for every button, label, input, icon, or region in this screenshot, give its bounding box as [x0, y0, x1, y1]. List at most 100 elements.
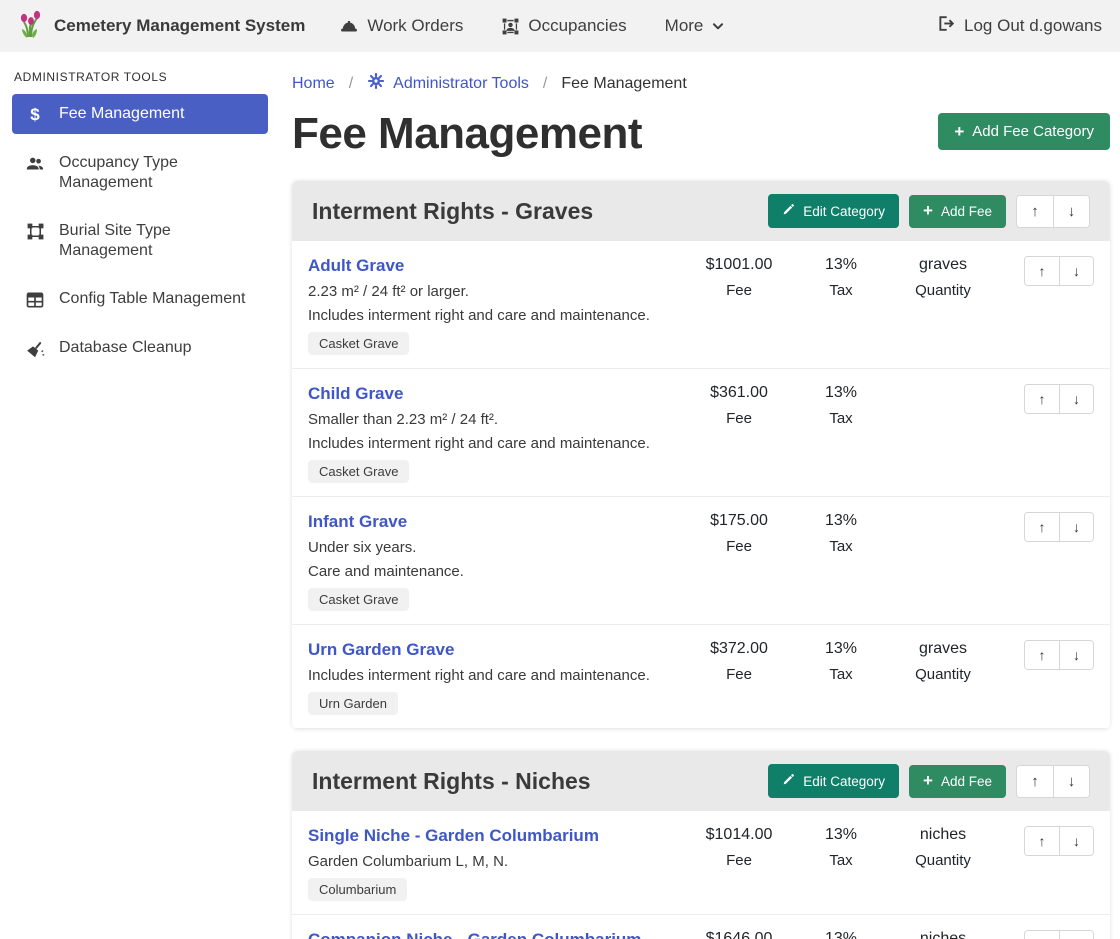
move-fee-down-button[interactable]: ↓	[1059, 931, 1093, 939]
fee-list: Single Niche - Garden Columbarium Garden…	[292, 811, 1110, 939]
add-fee-button[interactable]: + Add Fee	[909, 195, 1006, 228]
fee-tax-column: 13% Tax	[798, 930, 884, 939]
logout-icon	[936, 14, 955, 38]
sidebar-item-burial-site-type-management[interactable]: Burial Site Type Management	[12, 212, 268, 270]
gear-icon	[367, 72, 385, 95]
breadcrumb-home-link[interactable]: Home	[292, 75, 335, 93]
fee-tax-column: 13% Tax	[798, 512, 884, 555]
fee-amount-value: $1646.00	[680, 930, 798, 939]
fee-tags: Casket Grave	[308, 332, 680, 355]
navbar-items: Work Orders Occupancies More	[339, 16, 725, 36]
fee-amount-column: $1646.00 Fee	[680, 930, 798, 939]
add-fee-category-button[interactable]: + Add Fee Category	[938, 113, 1110, 150]
fee-tax-value: 13%	[798, 256, 884, 274]
move-category-down-button[interactable]: ↓	[1053, 766, 1089, 797]
move-category-up-button[interactable]: ↑	[1017, 196, 1053, 227]
pencil-icon	[782, 773, 795, 789]
fee-quantity-value: niches	[884, 826, 1002, 844]
sidebar-item-fee-management[interactable]: $ Fee Management	[12, 94, 268, 134]
move-fee-up-button[interactable]: ↑	[1025, 641, 1059, 669]
app-brand[interactable]: Cemetery Management System	[18, 9, 305, 44]
move-fee-up-button[interactable]: ↑	[1025, 513, 1059, 541]
hard-hat-icon	[339, 16, 359, 36]
fee-amount-column: $175.00 Fee	[680, 512, 798, 555]
fee-tax-value: 13%	[798, 826, 884, 844]
nav-item-occupancies[interactable]: Occupancies	[501, 16, 626, 36]
move-fee-down-button[interactable]: ↓	[1059, 257, 1093, 285]
fee-tax-column: 13% Tax	[798, 826, 884, 869]
fee-reorder-group: ↑ ↓	[1024, 640, 1094, 670]
fee-name-link[interactable]: Urn Garden Grave	[308, 640, 454, 660]
fee-amount-column: $1001.00 Fee	[680, 256, 798, 299]
fee-descriptions: 2.23 m² / 24 ft² or larger.Includes inte…	[308, 283, 680, 324]
fee-amount-value: $361.00	[680, 384, 798, 402]
fee-category-card: Interment Rights - Niches Edit Category …	[292, 751, 1110, 939]
fee-tax-value: 13%	[798, 640, 884, 658]
fee-tax-label: Tax	[798, 852, 884, 869]
move-fee-down-button[interactable]: ↓	[1059, 385, 1093, 413]
fee-name-link[interactable]: Companion Niche - Garden Columbarium	[308, 930, 641, 939]
move-category-down-button[interactable]: ↓	[1053, 196, 1089, 227]
fee-tags: Columbarium	[308, 878, 680, 901]
add-fee-label: Add Fee	[941, 204, 992, 219]
fee-description: Under six years.	[308, 539, 680, 556]
fee-description: Smaller than 2.23 m² / 24 ft².	[308, 411, 680, 428]
fee-tag: Columbarium	[308, 878, 407, 901]
fee-quantity-column: niches Quantity	[884, 826, 1002, 869]
plus-icon: +	[954, 125, 964, 139]
fee-row: Infant Grave Under six years. Care and ma…	[292, 497, 1110, 625]
add-fee-button[interactable]: + Add Fee	[909, 765, 1006, 798]
sidebar: ADMINISTRATOR TOOLS $ Fee Management Occ…	[0, 52, 280, 939]
page-title: Fee Management	[292, 109, 642, 159]
fee-tax-value: 13%	[798, 512, 884, 530]
fee-list: Adult Grave 2.23 m² / 24 ft² or larger.I…	[292, 241, 1110, 729]
move-fee-up-button[interactable]: ↑	[1025, 931, 1059, 939]
fee-tax-label: Tax	[798, 666, 884, 683]
fee-descriptions: Garden Columbarium L, M, N.	[308, 853, 680, 870]
sidebar-item-label: Database Cleanup	[59, 338, 192, 358]
sidebar-item-config-table-management[interactable]: Config Table Management	[12, 280, 268, 319]
pencil-icon	[782, 203, 795, 219]
main-content: Home / Administrator Tools / Fee Managem…	[280, 52, 1120, 939]
move-fee-up-button[interactable]: ↑	[1025, 827, 1059, 855]
move-fee-down-button[interactable]: ↓	[1059, 513, 1093, 541]
breadcrumb-admin-tools-link[interactable]: Administrator Tools	[393, 75, 529, 93]
fee-description: Care and maintenance.	[308, 563, 680, 580]
move-fee-up-button[interactable]: ↑	[1025, 385, 1059, 413]
broom-icon	[24, 338, 46, 359]
fee-tax-value: 13%	[798, 384, 884, 402]
people-icon	[24, 153, 46, 174]
fee-tag: Casket Grave	[308, 460, 409, 483]
logout-button[interactable]: Log Out d.gowans	[936, 14, 1102, 38]
fee-amount-value: $1014.00	[680, 826, 798, 844]
category-header: Interment Rights - Graves Edit Category …	[292, 181, 1110, 241]
move-fee-down-button[interactable]: ↓	[1059, 641, 1093, 669]
move-category-up-button[interactable]: ↑	[1017, 766, 1053, 797]
fee-amount-column: $1014.00 Fee	[680, 826, 798, 869]
move-fee-up-button[interactable]: ↑	[1025, 257, 1059, 285]
fee-tags: Urn Garden	[308, 692, 680, 715]
sidebar-item-occupancy-type-management[interactable]: Occupancy Type Management	[12, 144, 268, 202]
category-title: Interment Rights - Niches	[312, 768, 591, 795]
fee-row: Urn Garden Grave Includes interment righ…	[292, 625, 1110, 729]
sidebar-item-database-cleanup[interactable]: Database Cleanup	[12, 329, 268, 368]
edit-category-button[interactable]: Edit Category	[768, 764, 899, 798]
fee-name-link[interactable]: Infant Grave	[308, 512, 407, 532]
chevron-down-icon	[711, 19, 725, 33]
app-title: Cemetery Management System	[54, 16, 305, 36]
edit-category-button[interactable]: Edit Category	[768, 194, 899, 228]
nav-item-more[interactable]: More	[665, 16, 726, 36]
nav-item-label: More	[665, 16, 704, 36]
move-fee-down-button[interactable]: ↓	[1059, 827, 1093, 855]
fee-name-link[interactable]: Single Niche - Garden Columbarium	[308, 826, 599, 846]
fee-tax-label: Tax	[798, 538, 884, 555]
category-reorder-group: ↑ ↓	[1016, 195, 1090, 228]
fee-name-link[interactable]: Adult Grave	[308, 256, 404, 276]
nav-item-work-orders[interactable]: Work Orders	[339, 16, 463, 36]
fee-row: Companion Niche - Garden Columbarium Gar…	[292, 915, 1110, 939]
fee-tax-label: Tax	[798, 282, 884, 299]
fee-name-link[interactable]: Child Grave	[308, 384, 403, 404]
nav-item-label: Work Orders	[367, 16, 463, 36]
fee-quantity-label: Quantity	[884, 852, 1002, 869]
breadcrumb-current: Fee Management	[561, 75, 686, 93]
